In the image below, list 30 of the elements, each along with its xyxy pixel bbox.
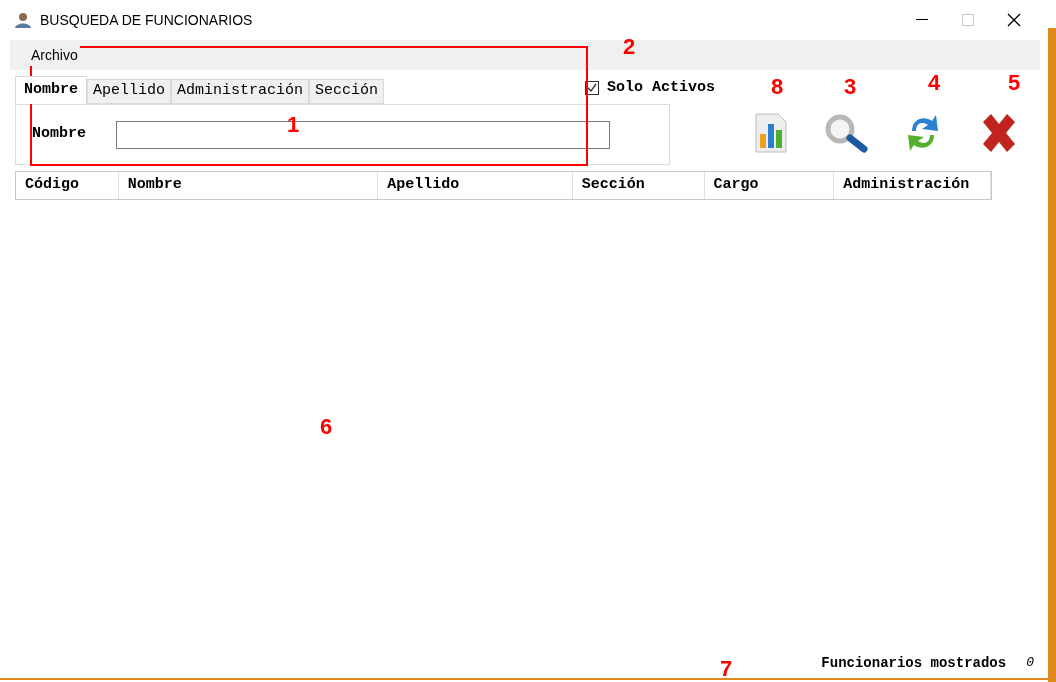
column-header[interactable]: Cargo xyxy=(704,172,835,199)
annotation-number: 7 xyxy=(720,655,733,682)
tab[interactable]: Nombre xyxy=(15,76,87,104)
annotation-number: 5 xyxy=(1008,69,1021,97)
window-title: BUSQUEDA DE FUNCIONARIOS xyxy=(40,10,253,30)
status-label: Funcionarios mostrados xyxy=(821,653,1007,673)
tab[interactable]: Sección xyxy=(309,79,385,104)
person-icon xyxy=(14,11,32,29)
annotation-number: 4 xyxy=(928,69,941,97)
column-header[interactable]: Administración xyxy=(834,172,991,199)
annotation-number: 2 xyxy=(623,33,636,61)
search-icon xyxy=(824,113,870,153)
bar-chart-document-icon xyxy=(754,112,788,154)
column-header[interactable]: Apellido xyxy=(378,172,573,199)
tab[interactable]: Administración xyxy=(171,79,310,104)
checkbox-label: Solo Activos xyxy=(607,77,716,98)
status-count: 0 xyxy=(1026,654,1034,673)
minimize-icon xyxy=(916,19,928,21)
column-header[interactable]: Sección xyxy=(572,172,705,199)
close-icon xyxy=(1007,13,1021,27)
field-label: Nombre xyxy=(32,124,86,145)
annotation-number: 6 xyxy=(320,413,333,441)
column-header[interactable]: Nombre xyxy=(118,172,379,199)
annotation-number: 1 xyxy=(287,111,300,139)
annotation-number: 8 xyxy=(771,73,784,101)
maximize-icon xyxy=(962,14,974,26)
annotation-number: 3 xyxy=(844,73,857,101)
column-header[interactable]: Código xyxy=(16,172,119,199)
menu-item[interactable]: Archivo xyxy=(29,44,80,66)
tab[interactable]: Apellido xyxy=(87,79,172,104)
